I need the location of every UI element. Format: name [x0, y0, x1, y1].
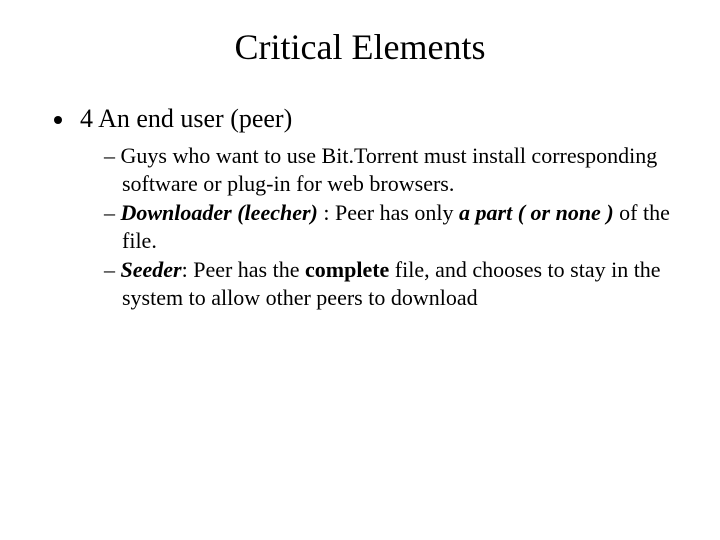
sub-item-3: Seeder: Peer has the complete file, and …	[104, 256, 680, 311]
sub-item-2-colon: : Peer has only	[318, 200, 459, 225]
sub-item-1-text: Guys who want to use Bit.Torrent must in…	[121, 143, 658, 196]
sub-item-2-part: a part ( or none )	[459, 200, 614, 225]
bullet-item-1-text: 4 An end user (peer)	[80, 104, 292, 133]
bullet-list-level2: Guys who want to use Bit.Torrent must in…	[104, 142, 680, 311]
bullet-list-level1: 4 An end user (peer) Guys who want to us…	[76, 104, 680, 311]
sub-item-2: Downloader (leecher) : Peer has only a p…	[104, 199, 680, 254]
sub-item-3-seeder: Seeder	[121, 257, 182, 282]
bullet-item-1: 4 An end user (peer) Guys who want to us…	[76, 104, 680, 311]
sub-item-3-complete: complete	[305, 257, 389, 282]
sub-item-3-colon: : Peer has the	[182, 257, 305, 282]
sub-item-1: Guys who want to use Bit.Torrent must in…	[104, 142, 680, 197]
slide-title: Critical Elements	[40, 26, 680, 68]
sub-item-2-downloader: Downloader (leecher)	[121, 200, 318, 225]
